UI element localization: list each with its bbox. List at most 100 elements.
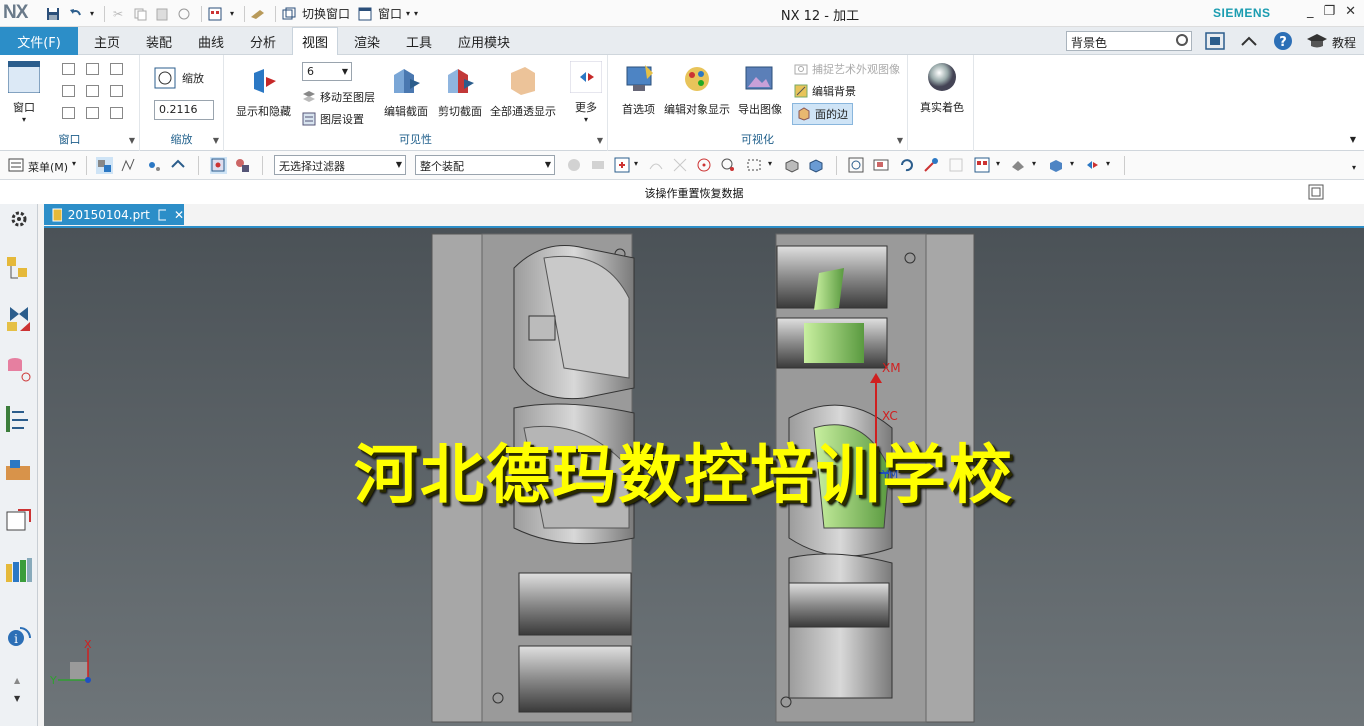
tab-home[interactable]: 主页 [85,27,129,55]
graduation-cap-icon[interactable] [1306,30,1328,52]
edit-section-button[interactable]: 编辑截面 [384,65,428,119]
rectangle-select-icon[interactable] [746,157,763,174]
cut-icon[interactable]: ✂ [109,5,127,22]
repeat-command-icon[interactable] [175,5,193,22]
undo-icon[interactable] [66,5,84,22]
window-layout-dropdown-icon[interactable]: ▾ [228,5,236,22]
machine-tool-navigator-icon[interactable] [4,456,34,486]
tab-render[interactable]: 渲染 [345,27,389,55]
intersection-icon[interactable] [672,157,689,174]
restore-button[interactable]: ❐ [1323,4,1335,19]
save-icon[interactable] [44,5,62,22]
select-feature-icon[interactable] [96,157,113,174]
select-point-icon[interactable] [146,157,163,174]
single-view-icon[interactable] [62,63,75,75]
snap-body-icon[interactable] [234,157,251,174]
capture-studio-image-button[interactable]: 捕捉艺术外观图像 [794,61,900,77]
shaded-with-edges-icon[interactable] [784,157,801,174]
three-view-right-icon[interactable] [110,85,123,97]
export-image-button[interactable]: 导出图像 [738,63,782,117]
orient-view-dropdown-icon[interactable]: ▾ [1070,159,1074,168]
constraint-navigator-icon[interactable] [4,304,34,334]
window-menu-button[interactable]: 窗口 [378,5,402,22]
main-menu-button[interactable]: 菜单(M) [28,159,68,175]
true-shading-button[interactable]: 真实着色 [920,61,964,115]
selection-scope-select[interactable]: 整个装配 ▼ [415,155,555,175]
toolbar-options-icon[interactable]: ▾ [1352,163,1356,172]
perspective-icon[interactable] [948,157,965,174]
menu-dropdown-icon[interactable]: ▾ [72,159,76,168]
tab-analysis[interactable]: 分析 [241,27,285,55]
window-button[interactable]: 窗口 ▾ [8,61,40,124]
view-triad[interactable] [58,648,91,683]
operation-navigator-icon[interactable] [4,404,34,434]
scroll-up-icon[interactable]: ▲ [14,676,20,685]
more-dropdown-icon[interactable]: ▾ [584,115,588,124]
minimize-button[interactable]: _ [1307,4,1314,19]
help-icon[interactable]: ? [1272,30,1294,52]
snap-point-icon[interactable] [210,157,227,174]
move-to-layer-button[interactable]: 移动至图层 [302,89,375,105]
touch-mode-icon[interactable] [249,5,267,22]
rectangle-dropdown-icon[interactable]: ▾ [768,159,772,168]
close-button[interactable]: ✕ [1345,4,1356,19]
window-layout-icon[interactable] [206,5,224,22]
select-chain-icon[interactable] [120,157,137,174]
three-view-top-icon[interactable] [62,107,75,119]
graphics-window[interactable]: XM XC YM YC X Y 河北德玛数控培训学校 [44,226,1364,726]
face-edges-toggle[interactable]: 面的边 [792,103,853,125]
command-search-input[interactable]: 背景色 [1066,31,1192,51]
orient-view-icon[interactable] [1048,157,1065,174]
collapse-ribbon-icon[interactable] [1238,30,1260,52]
six-view-icon[interactable] [110,107,123,119]
quadrant-point-icon[interactable] [720,157,737,174]
undo-dropdown-icon[interactable]: ▾ [88,5,96,22]
paste-icon[interactable] [153,5,171,22]
visualization-group-menu-icon[interactable]: ▼ [897,136,903,145]
rendering-style-dropdown-icon[interactable]: ▾ [1032,159,1036,168]
window-dropdown-icon[interactable]: ▾ [22,115,26,124]
zoom-group-menu-icon[interactable]: ▼ [213,136,219,145]
menu-icon[interactable] [8,157,25,174]
full-screen-icon[interactable] [1204,30,1226,52]
ribbon-options-icon[interactable]: ▼ [1350,135,1356,144]
snap-options-icon[interactable] [614,157,631,174]
zoom-window-icon[interactable] [873,157,890,174]
pan-view-icon[interactable] [923,157,940,174]
zoom-scale-input[interactable]: 0.2116 [154,100,214,120]
history-books-icon[interactable] [4,556,34,586]
window-icon[interactable] [356,5,374,22]
zoom-button[interactable]: 缩放 [154,67,204,89]
more-button[interactable]: 更多 ▾ [570,61,602,124]
reuse-library-icon[interactable] [4,506,34,536]
more-commands-dropdown-icon[interactable]: ▾ [1106,159,1110,168]
clip-section-button[interactable]: 剪切截面 [438,65,482,119]
view-layout-dropdown-icon[interactable]: ▾ [996,159,1000,168]
rotate-view-icon[interactable] [898,157,915,174]
fit-view-icon[interactable] [848,157,865,174]
point-on-curve-icon[interactable] [648,157,665,174]
rendering-style-icon[interactable] [1010,157,1027,174]
tab-view[interactable]: 视图 [292,27,339,55]
window-menu-dropdown-icon[interactable]: ▾ [406,9,410,18]
more-commands-icon[interactable] [1084,157,1101,174]
three-view-left-icon[interactable] [86,85,99,97]
settings-gear-icon[interactable] [4,206,34,236]
cube-view-icon[interactable] [808,157,825,174]
preferences-button[interactable]: 首选项 [622,63,655,117]
view-layout-icon[interactable] [974,157,991,174]
file-menu-tab[interactable]: 文件(F) [0,27,78,55]
search-icon[interactable] [1176,34,1188,46]
customize-quick-access-icon[interactable]: ▾ [414,9,418,18]
select-curve-icon[interactable] [170,157,187,174]
edit-object-display-button[interactable]: 编辑对象显示 [664,63,730,117]
tutorial-label[interactable]: 教程 [1332,34,1356,51]
tab-tools[interactable]: 工具 [397,27,441,55]
copy-icon[interactable] [131,5,149,22]
show-hide-button[interactable]: 显示和隐藏 [236,65,291,119]
three-view-bottom-icon[interactable] [86,107,99,119]
switch-window-button[interactable]: 切换窗口 [302,5,350,22]
gear-select-icon[interactable] [590,157,607,174]
two-view-vertical-icon[interactable] [86,63,99,75]
edit-background-button[interactable]: 编辑背景 [794,83,856,99]
